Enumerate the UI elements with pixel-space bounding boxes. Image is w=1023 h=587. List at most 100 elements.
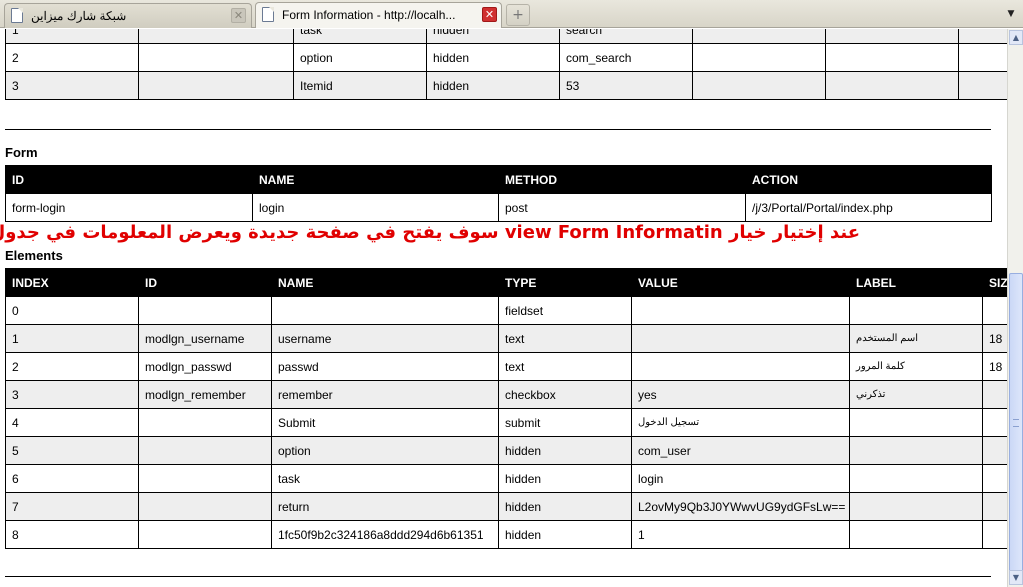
table-cell: search — [559, 29, 693, 44]
table-cell: task — [293, 29, 427, 44]
scroll-up-icon[interactable]: ▲ — [1009, 30, 1023, 45]
table-cell: modlgn_passwd — [138, 352, 272, 381]
table-cell: Itemid — [293, 71, 427, 100]
table-cell — [631, 324, 850, 353]
table-cell: return — [271, 492, 499, 521]
top-elements-table: 1 task hidden search 2 option hidden com_search… — [5, 29, 1007, 100]
table-row: 1 modlgn_username username text اسم المستخدم… — [5, 324, 1007, 353]
table-cell: Submit — [271, 408, 499, 437]
tab-bar: شبكة شارك ميزاين ✕ Form Information - ht… — [0, 0, 1023, 28]
table-row: form-login login post/j/3/Portal/Portal/in… — [5, 193, 992, 222]
table-row: 5 option hidden com_user — [5, 436, 1007, 465]
table-cell: modlgn_username — [138, 324, 272, 353]
form-heading: Form — [5, 145, 38, 160]
table-cell — [982, 408, 1007, 437]
column-header: SIZE — [982, 268, 1007, 297]
table-row: 0 fieldset — [5, 296, 1007, 325]
new-tab-button[interactable]: + — [506, 4, 530, 26]
vertical-scrollbar[interactable]: ▲ ▼ — [1007, 29, 1023, 587]
table-cell: passwd — [271, 352, 499, 381]
table-cell: 1 — [5, 324, 139, 353]
table-cell: option — [293, 43, 427, 72]
table-cell — [692, 29, 826, 44]
table-cell — [138, 29, 294, 44]
table-row: 7 return hidden L2ovMy9Qb3J0YWwvUG9ydGFsLw=… — [5, 492, 1007, 521]
table-cell: hidden — [426, 43, 560, 72]
table-row: 4 Submit submit تسجيل الدخول — [5, 408, 1007, 437]
table-cell: 18 — [982, 324, 1007, 353]
table-cell: option — [271, 436, 499, 465]
table-cell: text — [498, 324, 632, 353]
close-tab-icon[interactable]: ✕ — [482, 7, 497, 22]
table-cell — [849, 408, 983, 437]
table-cell: L2ovMy9Qb3J0YWwvUG9ydGFsLw== — [631, 492, 850, 521]
table-cell — [692, 71, 826, 100]
tab-arabic-site[interactable]: شبكة شارك ميزاين ✕ — [4, 3, 252, 28]
table-cell: post — [498, 193, 746, 222]
column-header: ID — [5, 165, 253, 194]
table-cell: yes — [631, 380, 850, 409]
page-icon — [262, 7, 274, 22]
grip-icon — [1013, 419, 1019, 427]
table-cell: text — [498, 352, 632, 381]
column-header: LABEL — [849, 268, 983, 297]
table-cell: 6 — [5, 464, 139, 493]
table-row: 2 option hidden com_search — [5, 43, 1007, 72]
tab-form-information[interactable]: Form Information - http://localh... ✕ — [255, 2, 502, 28]
table-cell — [849, 296, 983, 325]
table-cell — [631, 296, 850, 325]
tab-title: شبكة شارك ميزاين — [31, 9, 127, 23]
annotation-note: عند إختيار خيار view Form Informatin سوف… — [0, 222, 860, 243]
table-row: 3 modlgn_remember remember checkbox yes تذكرن… — [5, 380, 1007, 409]
table-cell: 7 — [5, 492, 139, 521]
table-cell — [138, 492, 272, 521]
table-cell: submit — [498, 408, 632, 437]
elements-heading: Elements — [5, 248, 63, 263]
table-cell — [958, 71, 1007, 100]
column-header: ID — [138, 268, 272, 297]
table-cell: 5 — [5, 436, 139, 465]
table-cell — [138, 71, 294, 100]
table-cell: login — [252, 193, 499, 222]
table-cell — [271, 296, 499, 325]
table-cell: task — [271, 464, 499, 493]
form-table: ID NAME METHOD ACTION form-login login post/j… — [5, 165, 992, 222]
scroll-down-icon[interactable]: ▼ — [1009, 570, 1023, 585]
table-cell: fieldset — [498, 296, 632, 325]
table-row: 2 modlgn_passwd passwd text كلمة المرور 18 — [5, 352, 1007, 381]
table-cell: hidden — [498, 464, 632, 493]
table-cell — [849, 464, 983, 493]
table-cell — [982, 296, 1007, 325]
table-row: 3 Itemid hidden 53 — [5, 71, 1007, 100]
table-cell — [982, 436, 1007, 465]
column-header: NAME — [252, 165, 499, 194]
table-cell: تذكرني — [849, 380, 983, 409]
table-cell — [958, 43, 1007, 72]
table-cell: login — [631, 464, 850, 493]
table-cell: remember — [271, 380, 499, 409]
table-cell: hidden — [498, 520, 632, 549]
table-row: 8 1fc50f9b2c324186a8ddd294d6b61351 hidden 1 — [5, 520, 1007, 549]
table-cell — [982, 464, 1007, 493]
table-row: 1 task hidden search — [5, 29, 1007, 44]
table-cell: 1 — [631, 520, 850, 549]
table-cell: com_user — [631, 436, 850, 465]
table-cell — [138, 520, 272, 549]
column-header: TYPE — [498, 268, 632, 297]
table-cell: 18 — [982, 352, 1007, 381]
form-table-header: ID NAME METHOD ACTION — [5, 165, 992, 194]
scrollbar-thumb[interactable] — [1009, 273, 1023, 573]
table-cell: 2 — [5, 352, 139, 381]
table-cell — [982, 380, 1007, 409]
tab-list-dropdown-icon[interactable]: ▼ — [1004, 9, 1018, 21]
column-header: METHOD — [498, 165, 746, 194]
table-cell: 2 — [5, 43, 139, 72]
tab-title: Form Information - http://localh... — [282, 8, 456, 22]
table-cell — [138, 296, 272, 325]
table-cell: 53 — [559, 71, 693, 100]
table-cell: modlgn_remember — [138, 380, 272, 409]
page-icon — [11, 8, 23, 23]
divider — [5, 576, 991, 577]
column-header: INDEX — [5, 268, 139, 297]
close-tab-icon[interactable]: ✕ — [231, 8, 246, 23]
